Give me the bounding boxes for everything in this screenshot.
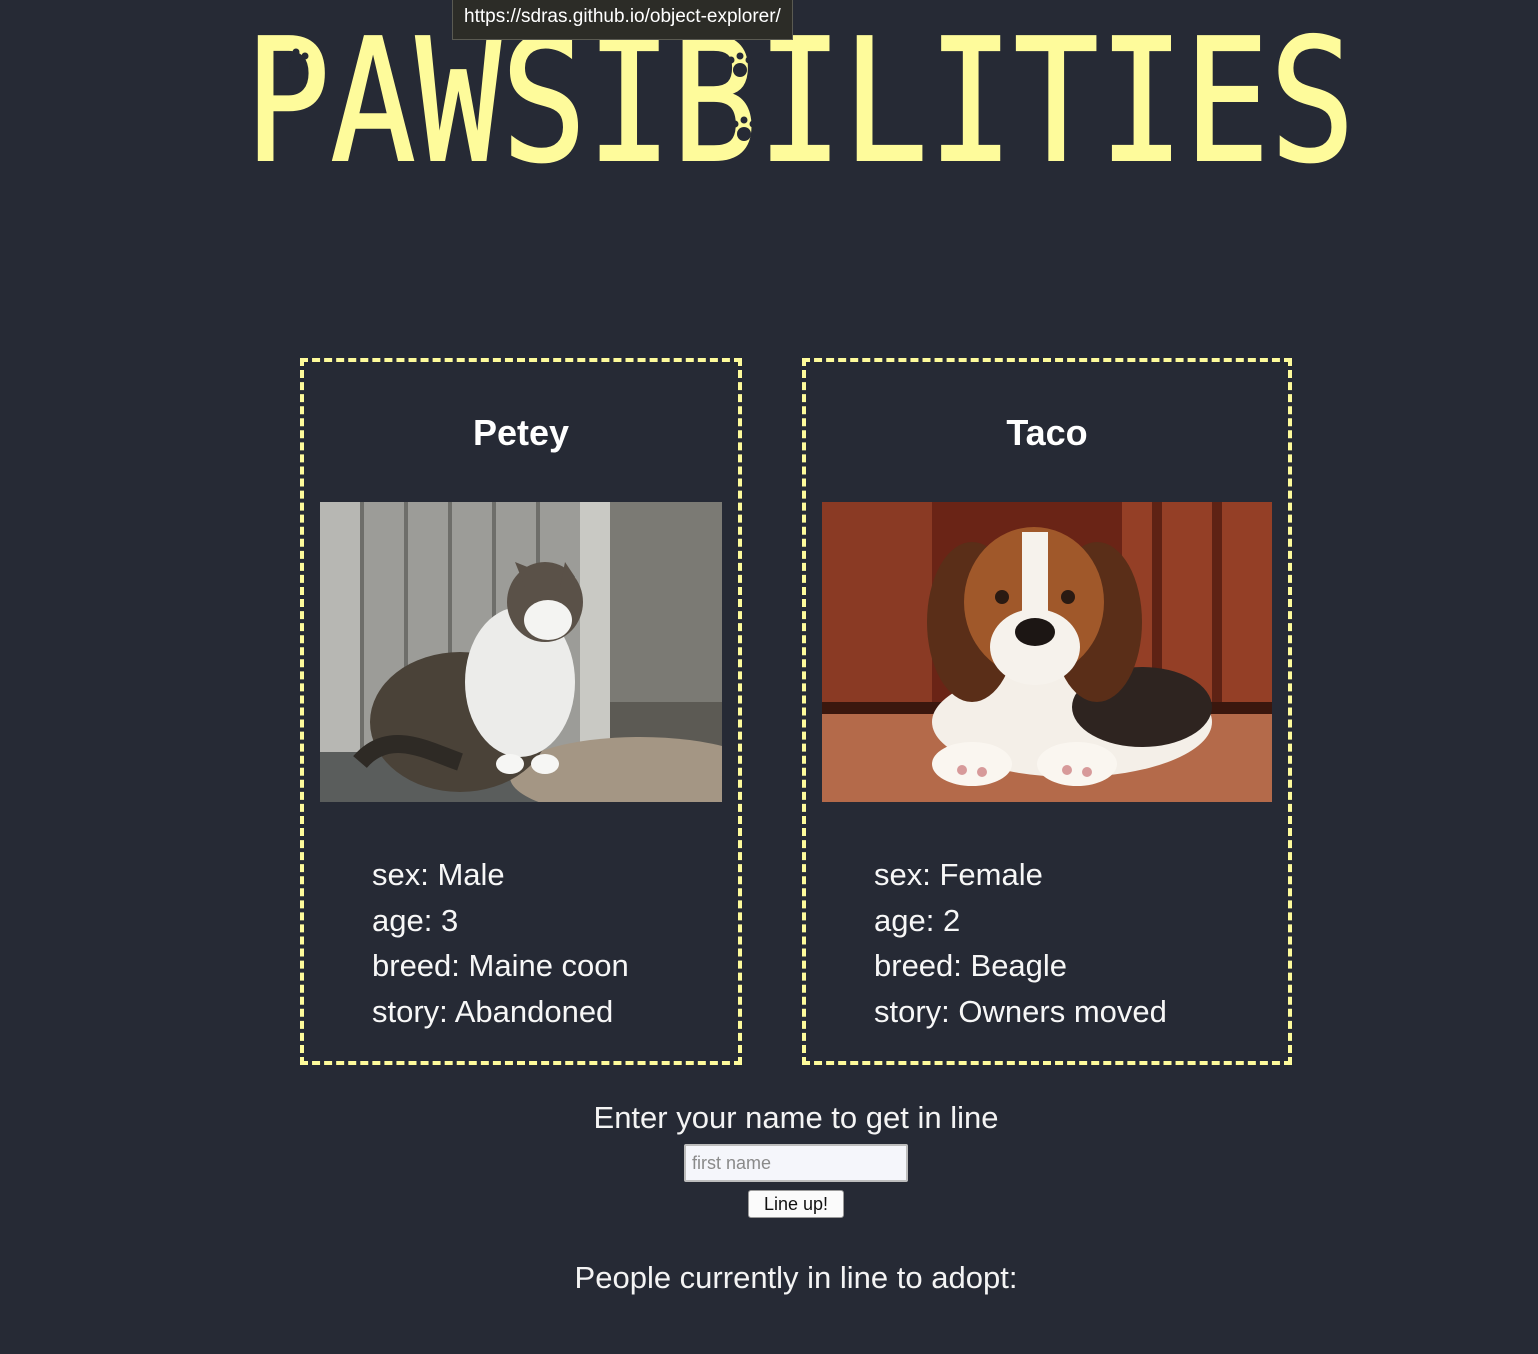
pet-age: age: 2 bbox=[874, 902, 961, 938]
pet-name: Taco bbox=[1006, 412, 1088, 453]
pet-age: age: 3 bbox=[372, 902, 459, 938]
site-logo: PAWSIBILITIES bbox=[240, 2, 1360, 202]
pet-breed: breed: Beagle bbox=[874, 948, 1068, 983]
dog-image bbox=[822, 502, 1272, 802]
pet-story: story: Abandoned bbox=[372, 993, 614, 1029]
url-tooltip: ⋯ https://sdras.github.io/object-explore… bbox=[452, 0, 793, 40]
pet-breed: breed: Maine coon bbox=[372, 948, 629, 983]
cat-photo bbox=[320, 502, 722, 802]
line-up-label: Enter your name to get in line bbox=[593, 1100, 999, 1135]
tooltip-ghost-text: ⋯ bbox=[464, 0, 483, 9]
pet-card-taco: Taco sex: Female age: 2 breed: Beagle st… bbox=[802, 358, 1292, 1065]
dog-photo bbox=[822, 502, 1272, 802]
adoption-queue-heading: People currently in line to adopt: bbox=[574, 1260, 1018, 1295]
pet-sex: sex: Female bbox=[874, 857, 1043, 892]
site-title-text: PAWSIBILITIES bbox=[245, 10, 1355, 170]
first-name-input[interactable] bbox=[684, 1144, 908, 1182]
line-up-form: Enter your name to get in line Line up! bbox=[0, 1100, 1538, 1218]
site-title: PAWSIBILITIES bbox=[244, 2, 1356, 202]
pet-facts: sex: Female age: 2 breed: Beagle story: … bbox=[874, 852, 1167, 1034]
pet-card-petey: Petey sex: Male age: 3 breed: Maine coon… bbox=[300, 358, 742, 1065]
tooltip-url: https://sdras.github.io/object-explorer/ bbox=[464, 6, 781, 27]
pet-story: story: Owners moved bbox=[874, 993, 1167, 1029]
pet-sex: sex: Male bbox=[372, 857, 505, 892]
pet-name: Petey bbox=[472, 412, 570, 453]
cat-image bbox=[320, 502, 722, 802]
line-up-button[interactable]: Line up! bbox=[748, 1190, 844, 1218]
pet-facts: sex: Male age: 3 breed: Maine coon story… bbox=[372, 852, 629, 1034]
